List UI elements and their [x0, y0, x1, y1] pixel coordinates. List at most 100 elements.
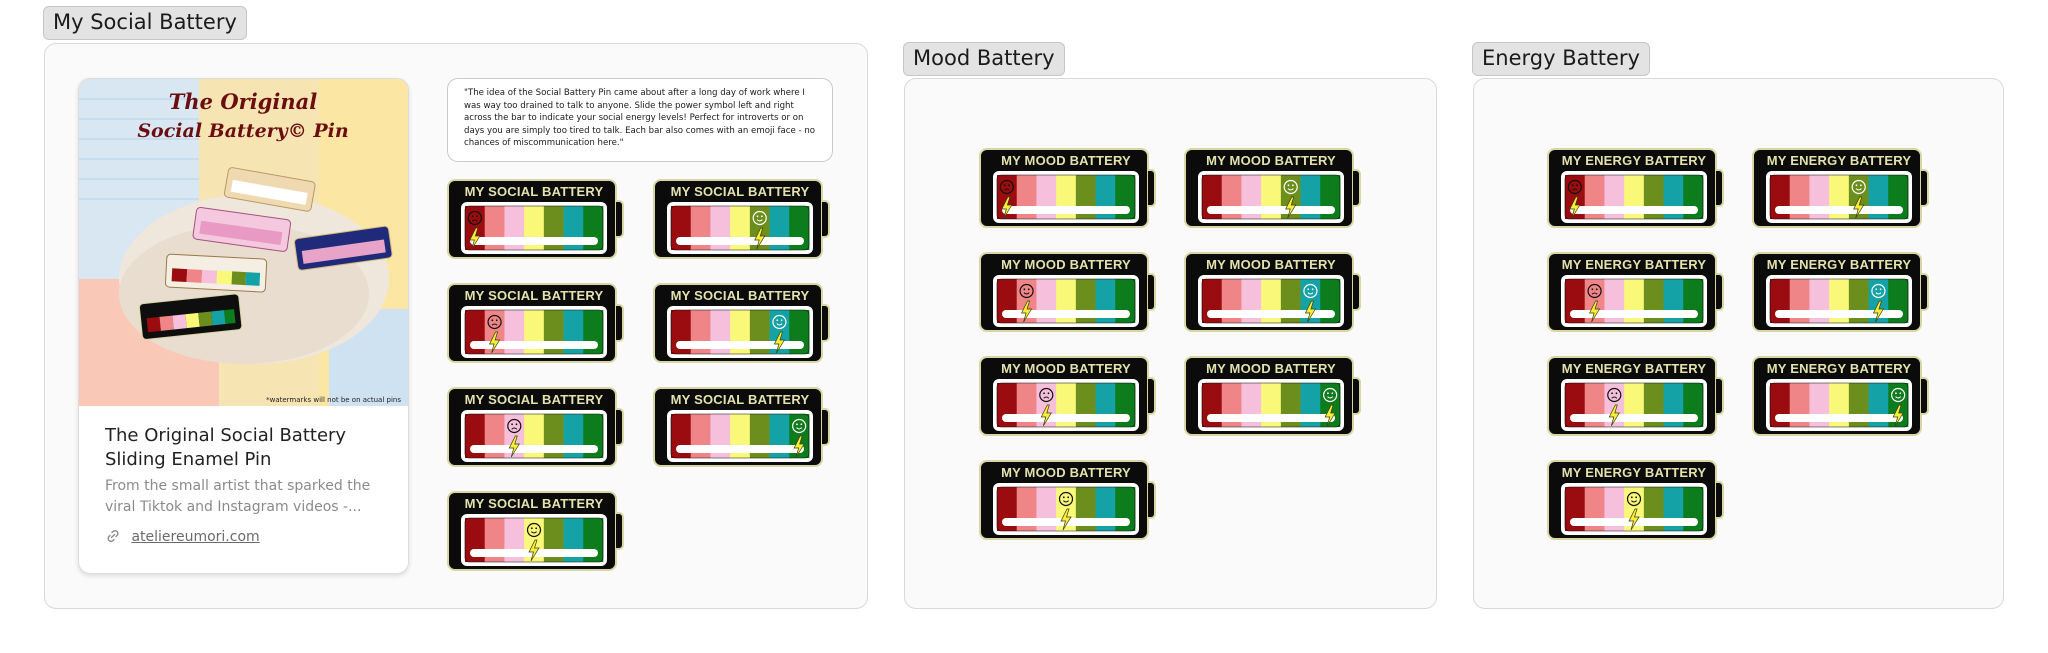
- battery-terminal: [1353, 169, 1361, 207]
- slider-track: [1775, 414, 1903, 422]
- battery-body: MY MOOD BATTERY: [1184, 356, 1354, 436]
- battery-title: MY MOOD BATTERY: [1001, 153, 1131, 168]
- mood-battery-pin[interactable]: MY MOOD BATTERY: [979, 356, 1159, 438]
- slider-track: [676, 341, 804, 349]
- battery-bar[interactable]: [1766, 275, 1912, 327]
- battery-bar[interactable]: [1766, 379, 1912, 431]
- battery-bar[interactable]: [993, 171, 1139, 223]
- energy-battery-pin[interactable]: MY ENERGY BATTERY: [1547, 148, 1727, 230]
- battery-bar[interactable]: [1198, 171, 1344, 223]
- battery-terminal: [1921, 273, 1929, 311]
- battery-body: MY ENERGY BATTERY: [1547, 460, 1717, 540]
- battery-title: MY ENERGY BATTERY: [1561, 153, 1707, 168]
- energy-battery-pin[interactable]: MY ENERGY BATTERY: [1752, 356, 1932, 438]
- battery-title: MY ENERGY BATTERY: [1766, 257, 1912, 272]
- battery-bar[interactable]: [1561, 171, 1707, 223]
- image-title-line1: The Original: [169, 89, 317, 114]
- battery-bar[interactable]: [667, 306, 813, 358]
- battery-terminal: [1353, 273, 1361, 311]
- battery-body: MY MOOD BATTERY: [979, 356, 1149, 436]
- battery-body: MY ENERGY BATTERY: [1752, 148, 1922, 228]
- link-preview-card[interactable]: The Original Social Battery© Pin *waterm…: [78, 78, 409, 574]
- battery-bar[interactable]: [1561, 483, 1707, 535]
- battery-terminal: [616, 200, 624, 238]
- battery-body: MY MOOD BATTERY: [1184, 148, 1354, 228]
- social-battery-pin[interactable]: MY SOCIAL BATTERY: [447, 491, 627, 573]
- battery-terminal: [616, 304, 624, 342]
- battery-bar[interactable]: [993, 379, 1139, 431]
- energy-battery-pin[interactable]: MY ENERGY BATTERY: [1752, 252, 1932, 334]
- mood-battery-pin[interactable]: MY MOOD BATTERY: [1184, 356, 1364, 438]
- slider-track: [1207, 310, 1335, 318]
- battery-terminal: [616, 408, 624, 446]
- product-image: The Original Social Battery© Pin *waterm…: [79, 79, 408, 406]
- battery-bar[interactable]: [461, 202, 607, 254]
- battery-title: MY MOOD BATTERY: [1001, 361, 1131, 376]
- image-title-line2: Social Battery© Pin: [137, 120, 348, 142]
- social-battery-pin[interactable]: MY SOCIAL BATTERY: [653, 283, 833, 365]
- card-link[interactable]: ateliereumori.com: [105, 528, 260, 545]
- battery-title: MY SOCIAL BATTERY: [464, 184, 604, 199]
- slider-track: [1570, 206, 1698, 214]
- battery-body: MY SOCIAL BATTERY: [447, 491, 617, 571]
- battery-bar[interactable]: [667, 202, 813, 254]
- battery-bar[interactable]: [461, 410, 607, 462]
- battery-terminal: [1716, 273, 1724, 311]
- energy-battery-pin[interactable]: MY ENERGY BATTERY: [1547, 356, 1727, 438]
- social-battery-pin[interactable]: MY SOCIAL BATTERY: [653, 387, 833, 469]
- mood-battery-pin[interactable]: MY MOOD BATTERY: [1184, 252, 1364, 334]
- battery-bar[interactable]: [461, 514, 607, 566]
- section-label-social[interactable]: My Social Battery: [43, 6, 247, 40]
- quote-note[interactable]: "The idea of the Social Battery Pin came…: [447, 78, 833, 162]
- battery-bar[interactable]: [461, 306, 607, 358]
- battery-body: MY ENERGY BATTERY: [1547, 252, 1717, 332]
- battery-body: MY ENERGY BATTERY: [1752, 252, 1922, 332]
- mood-battery-pin[interactable]: MY MOOD BATTERY: [979, 148, 1159, 230]
- card-title[interactable]: The Original Social Battery Sliding Enam…: [105, 424, 385, 472]
- battery-title: MY MOOD BATTERY: [1001, 465, 1131, 480]
- social-battery-pin[interactable]: MY SOCIAL BATTERY: [447, 179, 627, 261]
- battery-terminal: [1148, 481, 1156, 519]
- battery-title: MY SOCIAL BATTERY: [464, 496, 604, 511]
- battery-bar[interactable]: [993, 483, 1139, 535]
- battery-title: MY MOOD BATTERY: [1206, 361, 1336, 376]
- battery-terminal: [1148, 273, 1156, 311]
- battery-bar[interactable]: [1766, 171, 1912, 223]
- battery-title: MY SOCIAL BATTERY: [464, 392, 604, 407]
- battery-bar[interactable]: [1561, 379, 1707, 431]
- battery-terminal: [1716, 377, 1724, 415]
- battery-terminal: [1716, 169, 1724, 207]
- battery-terminal: [1921, 169, 1929, 207]
- battery-body: MY SOCIAL BATTERY: [653, 179, 823, 259]
- battery-bar[interactable]: [667, 410, 813, 462]
- battery-bar[interactable]: [993, 275, 1139, 327]
- battery-body: MY SOCIAL BATTERY: [447, 387, 617, 467]
- social-battery-pin[interactable]: MY SOCIAL BATTERY: [447, 387, 627, 469]
- energy-battery-pin[interactable]: MY ENERGY BATTERY: [1547, 460, 1727, 542]
- battery-bar[interactable]: [1198, 379, 1344, 431]
- energy-battery-pin[interactable]: MY ENERGY BATTERY: [1547, 252, 1727, 334]
- battery-terminal: [822, 304, 830, 342]
- section-label-mood[interactable]: Mood Battery: [903, 42, 1065, 76]
- section-label-energy[interactable]: Energy Battery: [1472, 42, 1650, 76]
- battery-title: MY ENERGY BATTERY: [1561, 465, 1707, 480]
- battery-title: MY ENERGY BATTERY: [1561, 361, 1707, 376]
- slider-track: [1002, 310, 1130, 318]
- battery-title: MY ENERGY BATTERY: [1766, 153, 1912, 168]
- mood-battery-pin[interactable]: MY MOOD BATTERY: [979, 252, 1159, 334]
- slider-track: [1002, 206, 1130, 214]
- slider-track: [676, 445, 804, 453]
- social-battery-pin[interactable]: MY SOCIAL BATTERY: [653, 179, 833, 261]
- slider-track: [1002, 414, 1130, 422]
- mood-battery-pin[interactable]: MY MOOD BATTERY: [1184, 148, 1364, 230]
- slider-track: [1570, 414, 1698, 422]
- battery-body: MY MOOD BATTERY: [979, 460, 1149, 540]
- battery-bar[interactable]: [1561, 275, 1707, 327]
- mood-battery-pin[interactable]: MY MOOD BATTERY: [979, 460, 1159, 542]
- energy-battery-pin[interactable]: MY ENERGY BATTERY: [1752, 148, 1932, 230]
- battery-title: MY MOOD BATTERY: [1206, 257, 1336, 272]
- battery-bar[interactable]: [1198, 275, 1344, 327]
- slider-track: [470, 341, 598, 349]
- battery-title: MY SOCIAL BATTERY: [670, 184, 810, 199]
- social-battery-pin[interactable]: MY SOCIAL BATTERY: [447, 283, 627, 365]
